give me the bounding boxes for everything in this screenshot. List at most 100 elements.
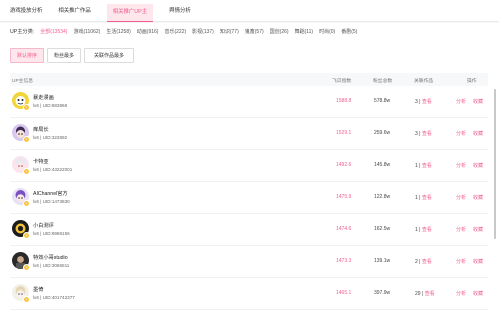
fans-value: 145.8w [374,162,391,168]
fans-value: 397.9w [374,290,391,296]
related-value: 2 | 查看 [415,259,432,265]
header-related[interactable]: 关联作品 [414,77,433,84]
verified-icon: ⚡ [23,136,30,143]
filter-music[interactable]: 音乐(222) [164,28,186,35]
category-filter: UP主分类: 全部(13534) 游戏(11062) 生活(1258) 动画(9… [10,28,363,35]
tab-game-analysis[interactable]: 游戏投放分析 [10,6,42,21]
view-link[interactable]: 查看 [422,163,432,169]
uploader-meta: lv6 | UID:3066511 [33,263,70,268]
analyze-link[interactable]: 分析 [456,98,466,105]
volume-value: 1492.6 [336,162,352,168]
scrollbar[interactable] [494,89,496,239]
filter-life[interactable]: 生活(1258) [106,28,130,35]
filter-bangumi[interactable]: 番剧(5) [341,28,357,35]
uploader-name[interactable]: 卡特亚 [33,158,49,165]
verified-icon: ⚡ [23,296,30,303]
verified-icon: ⚡ [23,200,30,207]
uploader-meta: lv6 | UID:401742377 [33,295,75,300]
volume-value: 1474.6 [336,226,352,232]
tab-related-uploaders[interactable]: 相关推广UP主 [106,4,154,22]
content-panel: UP主分类: 全部(13534) 游戏(11062) 生活(1258) 动画(9… [0,23,499,313]
fans-value: 122.8w [374,194,391,200]
sort-button-group: 默认排序 粉丝最多 关联作品最多 [10,48,137,63]
table-row: ⚡ 特效小哥studio lv6 | UID:3066511 1473.3 13… [10,246,488,278]
filter-game[interactable]: 游戏(11062) [73,28,100,35]
favorite-link[interactable]: 收藏 [473,162,483,169]
tab-sentiment[interactable]: 舆情分析 [169,6,191,21]
filter-kichiku[interactable]: 鬼畜(57) [245,28,264,35]
uploader-meta: lv6 | UID:883968 [33,103,68,108]
uploader-name[interactable]: 小白测评 [33,222,54,229]
header-up-info: UP主信息 [12,79,34,84]
fans-value: 139.1w [374,258,391,264]
uploader-list: ⚡ 暴走漫画 lv6 | UID:883968 1588.8 578.8w 3 … [10,86,488,310]
favorite-link[interactable]: 收藏 [473,290,483,297]
filter-knowledge[interactable]: 知识(77) [220,28,239,35]
top-tab-bar: 游戏投放分析 相关推广作品 相关推广UP主 舆情分析 [0,0,499,22]
verified-icon: ⚡ [23,232,30,239]
uploader-name[interactable]: 痒局长 [33,126,49,133]
view-link[interactable]: 查看 [422,131,432,137]
analyze-link[interactable]: 分析 [456,194,466,201]
sort-related-button[interactable]: 关联作品最多 [84,48,134,63]
filter-film[interactable]: 影视(137) [192,28,214,35]
sort-default-button[interactable]: 默认排序 [10,48,44,63]
verified-icon: ⚡ [23,104,30,111]
verified-icon: ⚡ [23,264,30,271]
filter-fashion[interactable]: 时尚(0) [319,28,335,35]
view-link[interactable]: 查看 [422,99,432,105]
uploader-name[interactable]: 特效小哥studio [33,254,68,261]
header-fans[interactable]: 粉丝总数 [373,77,392,84]
filter-animation[interactable]: 动画(916) [137,28,159,35]
filter-dance[interactable]: 舞蹈(11) [295,28,314,35]
fans-value: 162.5w [374,226,391,232]
volume-value: 1473.3 [336,258,352,264]
related-value: 3 | 查看 [415,131,432,137]
favorite-link[interactable]: 收藏 [473,194,483,201]
analyze-link[interactable]: 分析 [456,130,466,137]
table-row: ⚡ 痒局长 lv6 | UID:322892 1529.1 259.6w 3 |… [10,118,488,150]
table-row: ⚡ 小白测评 lv6 | UID:8969156 1474.6 162.5w 1… [10,214,488,246]
uploader-name[interactable]: AIChannel官方 [33,190,68,197]
volume-value: 1465.1 [336,290,352,296]
favorite-link[interactable]: 收藏 [473,98,483,105]
view-link[interactable]: 查看 [422,195,432,201]
verified-icon: ⚡ [23,168,30,175]
analyze-link[interactable]: 分析 [456,226,466,233]
related-value: 1 | 查看 [415,227,432,233]
uploader-meta: lv6 | UID:1473830 [33,199,70,204]
favorite-link[interactable]: 收藏 [473,130,483,137]
volume-value: 1588.8 [336,98,352,104]
view-link[interactable]: 查看 [422,227,432,233]
related-value: 3 | 查看 [415,99,432,105]
table-row: ⚡ 卡特亚 lv6 | UID:43222001 1492.6 145.8w 1… [10,150,488,182]
filter-guochuang[interactable]: 国创(26) [270,28,289,35]
analyze-link[interactable]: 分析 [456,162,466,169]
sort-fans-button[interactable]: 粉丝最多 [47,48,81,63]
view-link[interactable]: 查看 [425,291,435,297]
header-ops: 操作 [467,79,477,84]
favorite-link[interactable]: 收藏 [473,226,483,233]
fans-value: 578.8w [374,98,391,104]
view-link[interactable]: 查看 [422,259,432,265]
uploader-meta: lv6 | UID:322892 [33,135,68,140]
analyze-link[interactable]: 分析 [456,258,466,265]
uploader-meta: lv6 | UID:43222001 [33,167,73,172]
favorite-link[interactable]: 收藏 [473,258,483,265]
table-row: ⚡ AIChannel官方 lv6 | UID:1473830 1475.9 1… [10,182,488,214]
filter-label: UP主分类: [10,29,35,35]
filter-all[interactable]: 全部(13534) [40,28,67,35]
analyze-link[interactable]: 分析 [456,290,466,297]
uploader-name[interactable]: 暴走漫画 [33,94,54,101]
fans-value: 259.6w [374,130,391,136]
related-value: 1 | 查看 [415,195,432,201]
header-volume[interactable]: 飞瓜指数 [332,77,351,84]
volume-value: 1475.9 [336,194,352,200]
tab-related-works[interactable]: 相关推广作品 [58,6,90,21]
table-row: ⚡ 墨倚 lv6 | UID:401742377 1465.1 397.9w 2… [10,278,488,310]
table-row: ⚡ 暴走漫画 lv6 | UID:883968 1588.8 578.8w 3 … [10,86,488,118]
volume-value: 1529.1 [336,130,352,136]
uploader-name[interactable]: 墨倚 [33,286,43,293]
related-value: 29 | 查看 [415,291,435,297]
related-value: 1 | 查看 [415,163,432,169]
